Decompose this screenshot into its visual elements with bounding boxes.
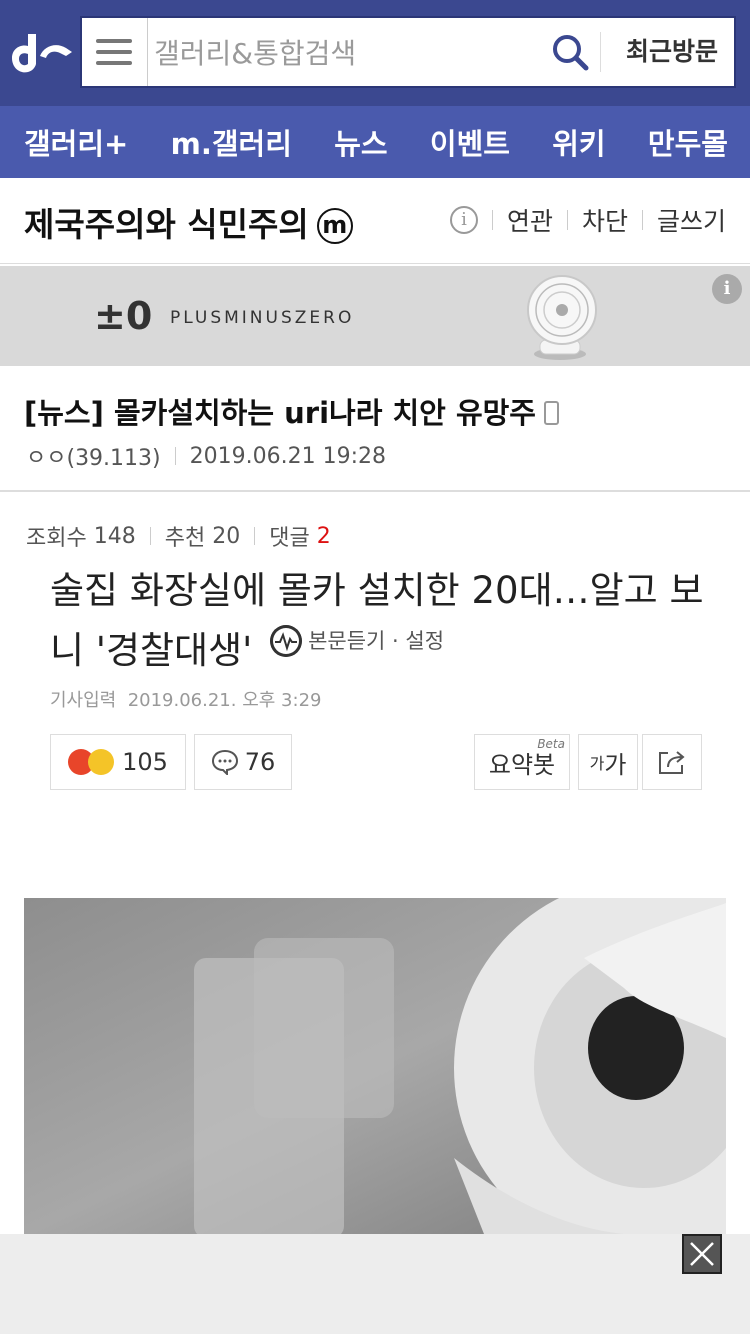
close-ad-button[interactable] [682,1234,722,1274]
recent-visits-button[interactable]: 최근방문 [612,18,732,86]
post-stats: 조회수 148 추천 20 댓글 2 [26,520,331,552]
listen-settings-button[interactable]: 설정 [405,616,444,666]
surprised-face-icon [88,749,115,775]
search-input[interactable] [152,28,546,78]
nav-news[interactable]: 뉴스 [334,121,387,163]
article-title-block: 술집 화장실에 몰카 설치한 20대…알고 보니 '경찰대생' 본문듣기 · 설… [50,566,720,676]
nav-wiki[interactable]: 위키 [552,121,605,163]
gallery-title-wrap[interactable]: 제국주의와 식민주의 m [24,198,353,246]
speech-bubble-icon [211,749,238,775]
info-icon[interactable]: i [449,206,478,234]
nav-gallery-plus[interactable]: 갤러리+ [24,121,128,163]
reaction-buttons: 105 76 요약봇 Beta 가가 [50,734,702,790]
main-nav: 갤러리+ m.갤러리 뉴스 이벤트 위키 만두몰 [0,106,750,178]
font-large-glyph: 가 [604,750,627,779]
mobile-icon [543,401,559,425]
comments-count[interactable]: 2 [317,524,331,549]
post-title: [뉴스] 몰카설치하는 uri나라 치안 유망주 [24,396,536,430]
article-date-label: 기사입력 [50,690,117,711]
summary-bot-button[interactable]: 요약봇 Beta [474,734,570,790]
listen-icon[interactable] [270,625,303,657]
emotion-count: 105 [122,748,168,776]
article-date-value: 2019.06.21. 오후 3:29 [127,690,322,711]
post-title-wrap: [뉴스] 몰카설치하는 uri나라 치안 유망주 [24,390,559,432]
search-bar: 최근방문 [80,16,736,88]
dc-logo[interactable] [10,26,76,80]
share-icon [659,751,685,774]
post-meta: ㅇㅇ(39.113) 2019.06.21 19:28 [26,440,386,472]
recommend-label: 추천 [164,526,206,551]
comment-button[interactable]: 76 [194,734,292,790]
ad-banner[interactable]: ±0 PLUSMINUSZERO i [0,266,750,366]
font-small-glyph: 가 [589,754,605,773]
ad-brand-name: PLUSMINUSZERO [170,308,355,328]
block-button[interactable]: 차단 [582,202,628,238]
ad-info-icon[interactable]: i [712,274,742,304]
nav-m-gallery[interactable]: m.갤러리 [171,121,292,163]
nav-event[interactable]: 이벤트 [430,121,510,163]
listen-button[interactable]: 본문듣기 [308,616,385,666]
menu-button[interactable] [82,18,148,86]
close-icon [690,1242,714,1266]
gallery-title: 제국주의와 식민주의 [24,205,309,244]
emotion-button[interactable]: 105 [50,734,186,790]
top-header: 최근방문 [0,0,750,106]
ad-logo-mark: ±0 [94,294,153,338]
views-count: 148 [93,523,136,549]
recommend-count: 20 [212,523,241,549]
nav-mandu-mall[interactable]: 만두몰 [648,121,728,163]
gallery-bar: 제국주의와 식민주의 m i 연관 차단 글쓰기 [0,178,750,264]
post-header: [뉴스] 몰카설치하는 uri나라 치안 유망주 ㅇㅇ(39.113) 2019… [0,368,750,492]
gallery-tools: i 연관 차단 글쓰기 [449,202,726,238]
post-datetime: 2019.06.21 19:28 [189,443,386,469]
search-divider [600,32,601,72]
beta-badge: Beta [537,737,565,751]
minor-gallery-badge: m [316,208,353,244]
bottom-ad-area [0,1234,750,1334]
toilet-paper-image [24,898,726,1234]
listen-controls: 본문듣기 · 설정 [270,616,444,666]
article-photo[interactable] [24,898,726,1234]
related-button[interactable]: 연관 [507,202,553,238]
write-button[interactable]: 글쓰기 [657,202,726,238]
comments-label[interactable]: 댓글 [269,520,309,552]
comment-count: 76 [244,748,276,776]
search-icon[interactable] [550,32,590,72]
share-button[interactable] [642,734,702,790]
article-date: 기사입력 2019.06.21. 오후 3:29 [50,686,321,712]
font-size-button[interactable]: 가가 [578,734,638,790]
views-label: 조회수 [26,526,87,551]
fan-product-image [527,275,597,360]
post-author[interactable]: ㅇㅇ(39.113) [26,440,161,472]
